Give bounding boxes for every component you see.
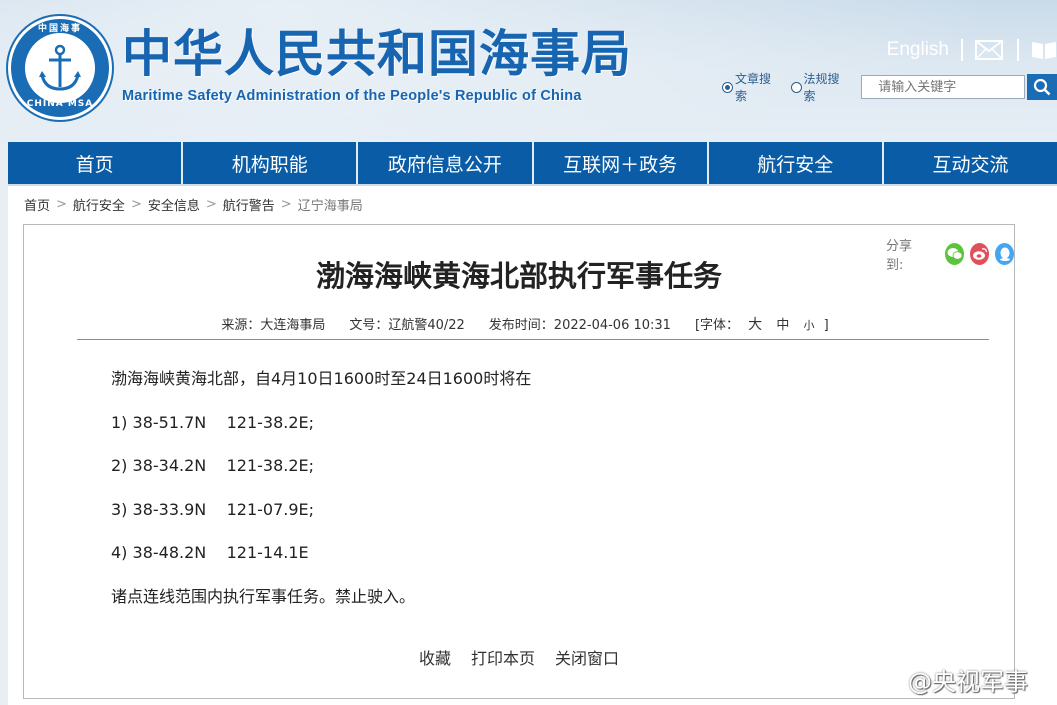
search-option-articles[interactable]: 文章搜索 bbox=[722, 70, 783, 104]
msa-logo[interactable]: 中国海事 CHINA MSA bbox=[8, 16, 112, 120]
radio-unselected-icon bbox=[790, 81, 802, 93]
breadcrumb-arrow-icon: > bbox=[280, 196, 292, 212]
weibo-watermark-icon bbox=[868, 663, 904, 697]
top-link-divider bbox=[961, 39, 963, 61]
nav-item-navigation-safety[interactable]: 航行安全 bbox=[709, 142, 884, 184]
nav-item-gov-info[interactable]: 政府信息公开 bbox=[358, 142, 534, 184]
breadcrumb: 首页 > 航行安全 > 安全信息 > 航行警告 > 辽宁海事局 bbox=[8, 186, 1057, 222]
main-nav: 首页 机构职能 政府信息公开 互联网＋政务 航行安全 互动交流 bbox=[8, 142, 1057, 184]
font-size-large[interactable]: 大 bbox=[748, 317, 762, 333]
breadcrumb-safety-info[interactable]: 安全信息 bbox=[148, 195, 200, 214]
article-paragraph: 2) 38-34.2N 121-38.2E; bbox=[111, 456, 315, 475]
font-size-medium[interactable]: 中 bbox=[776, 318, 789, 333]
english-link[interactable]: English bbox=[887, 39, 961, 61]
search-option-articles-label: 文章搜索 bbox=[734, 72, 771, 103]
breadcrumb-home[interactable]: 首页 bbox=[24, 195, 50, 214]
search-option-regulations[interactable]: 法规搜索 bbox=[790, 70, 852, 104]
search-button[interactable] bbox=[1027, 74, 1057, 100]
breadcrumb-arrow-icon: > bbox=[205, 196, 217, 212]
weibo-watermark: @央视军事 bbox=[868, 662, 1028, 697]
nav-item-interaction[interactable]: 互动交流 bbox=[884, 142, 1057, 184]
mail-icon[interactable] bbox=[975, 40, 1003, 60]
book-icon[interactable] bbox=[1031, 40, 1057, 60]
top-links: English bbox=[887, 36, 1057, 64]
article-actions: 收藏 打印本页 关闭窗口 bbox=[24, 645, 1014, 669]
anchor-icon bbox=[25, 33, 95, 103]
article-paragraph: 渤海海峡黄海北部，自4月10日1600时至24日1600时将在 bbox=[111, 369, 532, 388]
breadcrumb-arrow-icon: > bbox=[130, 196, 142, 212]
article-paragraph: 4) 38-48.2N 121-14.1E bbox=[111, 543, 309, 562]
search-input[interactable] bbox=[861, 75, 1026, 99]
article-paragraph: 诸点连线范围内执行军事任务。禁止驶入。 bbox=[111, 586, 416, 606]
article-meta: 来源：大连海事局 文号：辽航警40/22 发布时间：2022-04-06 10:… bbox=[24, 314, 1014, 334]
article-source: 来源：大连海事局 bbox=[221, 318, 326, 333]
print-button[interactable]: 打印本页 bbox=[471, 645, 535, 669]
article-publish-time: 发布时间：2022-04-06 10:31 bbox=[488, 318, 671, 333]
breadcrumb-arrow-icon: > bbox=[56, 196, 67, 212]
font-size-small[interactable]: 小 bbox=[803, 319, 814, 332]
font-size-label: [字体： bbox=[694, 318, 740, 333]
site-subtitle: Maritime Safety Administration of the Pe… bbox=[122, 88, 582, 104]
nav-item-functions[interactable]: 机构职能 bbox=[183, 142, 359, 184]
search-area: 文章搜索 法规搜索 bbox=[722, 72, 1057, 103]
font-size-close-bracket: ] bbox=[823, 318, 829, 333]
breadcrumb-navigation-safety[interactable]: 航行安全 bbox=[73, 195, 125, 214]
breadcrumb-liaoning-msa[interactable]: 辽宁海事局 bbox=[298, 195, 363, 214]
logo-text-en: CHINA MSA bbox=[26, 99, 94, 109]
font-size-switcher: [字体： 大 中 小 ] bbox=[695, 314, 829, 334]
site-header: 中国海事 CHINA MSA 中华人民共和国海事局 Maritime Safet… bbox=[0, 0, 1057, 142]
favorite-button[interactable]: 收藏 bbox=[419, 645, 451, 669]
close-window-button[interactable]: 关闭窗口 bbox=[555, 645, 619, 669]
article-paragraph: 1) 38-51.7N 121-38.2E; bbox=[111, 412, 315, 432]
article-body: 渤海海峡黄海北部，自4月10日1600时至24日1600时将在 1) 38-51… bbox=[111, 367, 961, 628]
article-doc-number: 文号：辽航警40/22 bbox=[349, 318, 465, 333]
article-paragraph: 3) 38-33.9N 121-07.9E; bbox=[111, 499, 315, 519]
site-title[interactable]: 中华人民共和国海事局 bbox=[122, 24, 632, 84]
search-icon bbox=[1034, 78, 1051, 96]
article-title: 渤海海峡黄海北部执行军事任务 bbox=[315, 259, 722, 293]
nav-item-home[interactable]: 首页 bbox=[8, 142, 184, 184]
nav-item-internet-gov[interactable]: 互联网＋政务 bbox=[534, 142, 709, 184]
watermark-text: @央视军事 bbox=[908, 668, 1028, 696]
radio-selected-icon bbox=[722, 81, 733, 93]
article-panel: 分享到: 渤海海峡黄海北部执行军事任务 来源：大连海事局 文号：辽航警40/22… bbox=[23, 224, 1015, 699]
article-divider bbox=[77, 339, 989, 340]
search-option-regulations-label: 法规搜索 bbox=[803, 72, 840, 103]
top-link-divider bbox=[1017, 39, 1019, 61]
breadcrumb-nav-warnings[interactable]: 航行警告 bbox=[223, 195, 275, 214]
